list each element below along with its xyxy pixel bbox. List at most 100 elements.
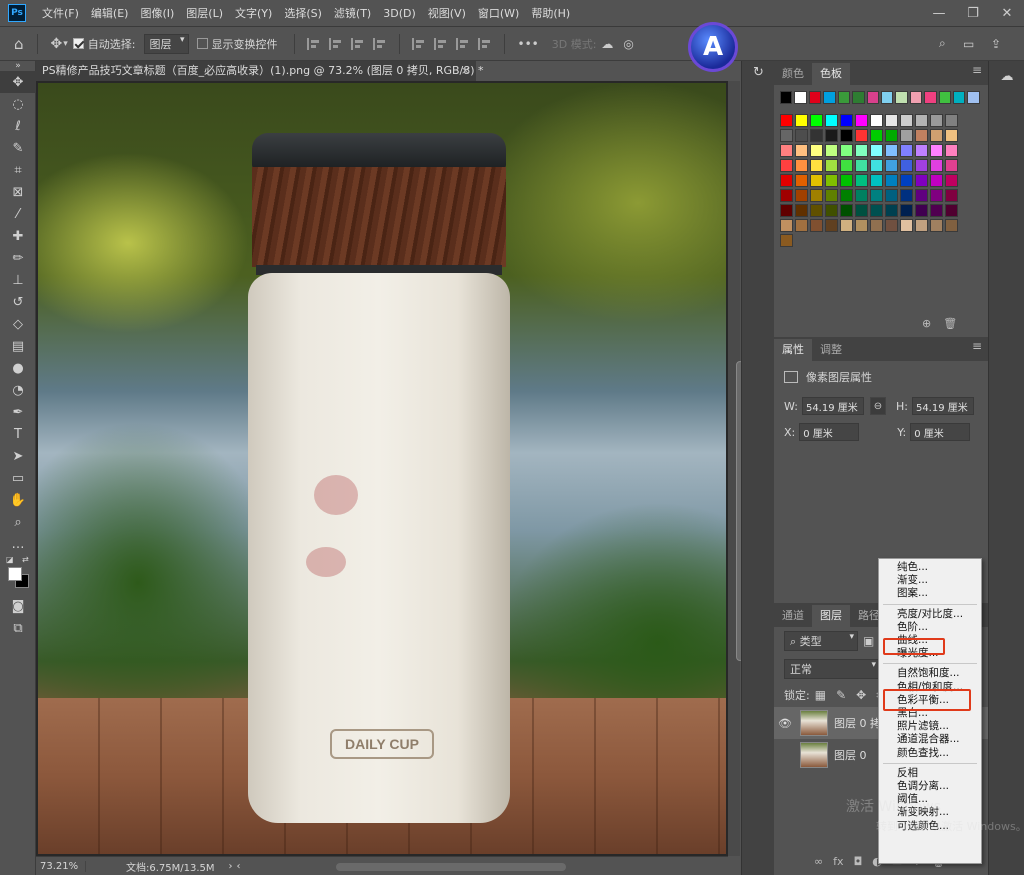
swatch[interactable] [909, 91, 923, 104]
menu-item[interactable]: 3D(D) [377, 0, 422, 27]
swatch[interactable] [795, 204, 808, 217]
swatch[interactable] [870, 174, 883, 187]
swatch[interactable] [945, 129, 958, 142]
swatch[interactable] [780, 219, 793, 232]
swatch[interactable] [840, 219, 853, 232]
swatch[interactable] [870, 219, 883, 232]
chevron-left-icon[interactable]: ‹ [237, 861, 241, 872]
swatch[interactable] [840, 114, 853, 127]
context-menu-item[interactable]: 反相 [879, 767, 981, 780]
swatch[interactable] [930, 189, 943, 202]
swatch[interactable] [885, 144, 898, 157]
swatch[interactable] [825, 174, 838, 187]
swatch[interactable] [895, 91, 908, 104]
tab-color[interactable]: 颜色 [774, 63, 812, 85]
swatch[interactable] [900, 129, 913, 142]
menu-item[interactable]: 视图(V) [422, 0, 472, 27]
dodge-tool-icon[interactable]: ◔ [0, 379, 36, 401]
share-icon[interactable]: ⇪ [991, 37, 1001, 51]
swatch[interactable] [915, 219, 928, 232]
auto-select-dropdown[interactable]: 图层 [143, 33, 189, 54]
type-tool-icon[interactable]: T [0, 423, 36, 445]
move-tool-icon[interactable]: ✥ [0, 71, 36, 93]
menu-item[interactable]: 图层(L) [180, 0, 229, 27]
swatch[interactable] [795, 129, 808, 142]
context-menu-item[interactable]: 颜色查找... [879, 747, 981, 760]
swatch[interactable] [825, 129, 838, 142]
swatch[interactable] [885, 174, 898, 187]
marquee-tool-icon[interactable]: ◌ [0, 93, 36, 115]
horizontal-scrollbar[interactable] [336, 863, 566, 871]
swatch[interactable] [855, 144, 868, 157]
swatch[interactable] [780, 234, 793, 247]
swatch[interactable] [855, 189, 868, 202]
swatch[interactable] [945, 174, 958, 187]
swatch[interactable] [795, 114, 808, 127]
tab-channels[interactable]: 通道 [774, 605, 812, 627]
swatch[interactable] [840, 144, 853, 157]
swatch[interactable] [885, 189, 898, 202]
minimize-button[interactable]: — [922, 0, 956, 27]
swatch[interactable] [810, 129, 823, 142]
swatch[interactable] [855, 129, 868, 142]
layer-filter-dropdown[interactable]: ⌕ 类型 [784, 631, 858, 651]
link-icon[interactable]: ⊖ [870, 397, 886, 415]
swatch[interactable] [900, 174, 913, 187]
swatch[interactable] [855, 159, 868, 172]
swatch[interactable] [794, 91, 807, 104]
swatch[interactable] [866, 91, 879, 104]
chevron-right-icon[interactable]: › [229, 861, 233, 872]
hand-tool-icon[interactable]: ✋ [0, 489, 36, 511]
swatch[interactable] [945, 189, 958, 202]
eye-icon[interactable]: 👁 [778, 717, 794, 730]
swatch[interactable] [885, 114, 898, 127]
default-colors-icon[interactable]: ◪ [6, 555, 14, 564]
swatch[interactable] [900, 159, 913, 172]
screen-mode-icon[interactable]: ⧉ [0, 617, 36, 639]
swatch[interactable] [780, 114, 793, 127]
swatch[interactable] [780, 144, 793, 157]
swatch[interactable] [780, 189, 793, 202]
menu-item[interactable]: 图像(I) [134, 0, 180, 27]
swatch[interactable] [780, 91, 793, 104]
chevron-down-icon[interactable]: ▾ [63, 39, 68, 49]
swatch[interactable] [810, 159, 823, 172]
auto-select-option[interactable]: 自动选择: [72, 36, 136, 52]
swatch[interactable] [780, 159, 793, 172]
distribute-icon[interactable] [372, 37, 387, 50]
menu-item[interactable]: 帮助(H) [525, 0, 576, 27]
lock-move-icon[interactable]: ✥ [856, 688, 866, 702]
swatch[interactable] [780, 129, 793, 142]
swatch[interactable] [915, 204, 928, 217]
swatch[interactable] [870, 204, 883, 217]
swatch[interactable] [945, 144, 958, 157]
align-right-icon[interactable] [350, 37, 365, 50]
align-left-icon[interactable] [306, 37, 321, 50]
eyedropper-tool-icon[interactable]: ⁄ [0, 203, 36, 225]
context-menu-item[interactable]: 照片滤镜... [879, 720, 981, 733]
healing-brush-tool-icon[interactable]: ✚ [0, 225, 36, 247]
gradient-tool-icon[interactable]: ▤ [0, 335, 36, 357]
lasso-tool-icon[interactable]: ℓ [0, 115, 36, 137]
swatch[interactable] [825, 144, 838, 157]
panel-menu-icon[interactable]: ≡ [972, 339, 982, 353]
distribute-vertical-icon[interactable] [477, 37, 492, 50]
swatch[interactable] [900, 144, 913, 157]
swatch[interactable] [870, 144, 883, 157]
swatch[interactable] [967, 91, 980, 104]
swatch[interactable] [870, 159, 883, 172]
context-menu-item[interactable]: 亮度/对比度... [879, 608, 981, 621]
swatch[interactable] [900, 204, 913, 217]
context-menu-item[interactable]: 色调分离... [879, 780, 981, 793]
swatch[interactable] [915, 174, 928, 187]
swatch[interactable] [810, 114, 823, 127]
swatch[interactable] [915, 144, 928, 157]
libraries-icon[interactable]: ☁ [989, 65, 1024, 87]
canvas[interactable]: DAILY CUP [36, 81, 728, 856]
swatch[interactable] [885, 204, 898, 217]
swatch[interactable] [810, 204, 823, 217]
swatch[interactable] [870, 189, 883, 202]
swatch[interactable] [855, 204, 868, 217]
auto-select-checkbox[interactable] [72, 38, 84, 49]
history-panel-icon[interactable]: ↻ [742, 61, 775, 83]
